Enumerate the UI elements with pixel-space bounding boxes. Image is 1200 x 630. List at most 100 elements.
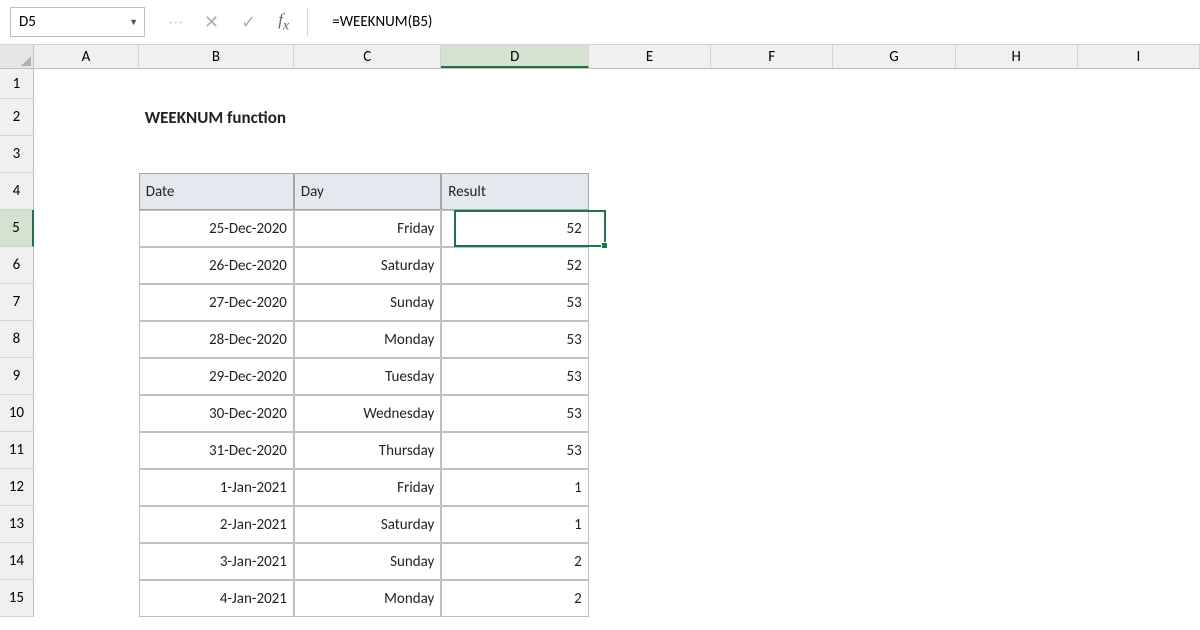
cell-h1[interactable] xyxy=(955,69,1077,99)
cell-g6[interactable] xyxy=(833,247,955,284)
row-header-9[interactable]: 9 xyxy=(0,358,34,395)
cell-g15[interactable] xyxy=(833,580,955,617)
cell-a15[interactable] xyxy=(34,580,139,617)
cell-b7[interactable]: 27-Dec-2020 xyxy=(139,284,294,321)
cell-c9[interactable]: Tuesday xyxy=(294,358,441,395)
name-box[interactable]: D5 ▼ xyxy=(10,7,145,37)
row-header-15[interactable]: 15 xyxy=(0,580,34,617)
cell-a11[interactable] xyxy=(34,432,139,469)
cell-a4[interactable] xyxy=(34,173,139,210)
cell-d15[interactable]: 2 xyxy=(441,580,588,617)
cell-g4[interactable] xyxy=(833,173,955,210)
cell-f4[interactable] xyxy=(711,173,833,210)
cell-b1[interactable] xyxy=(139,69,294,99)
cell-a13[interactable] xyxy=(34,506,139,543)
row-header-13[interactable]: 13 xyxy=(0,506,34,543)
cell-b9[interactable]: 29-Dec-2020 xyxy=(139,358,294,395)
cell-h10[interactable] xyxy=(955,395,1077,432)
cell-e10[interactable] xyxy=(589,395,711,432)
cell-e13[interactable] xyxy=(589,506,711,543)
cell-f15[interactable] xyxy=(711,580,833,617)
cell-i1[interactable] xyxy=(1078,69,1200,99)
cell-d4-header-result[interactable]: Result xyxy=(441,173,588,210)
row-header-7[interactable]: 7 xyxy=(0,284,34,321)
cell-a2[interactable] xyxy=(34,99,139,136)
cell-c5[interactable]: Friday xyxy=(294,210,441,247)
column-header-b[interactable]: B xyxy=(139,45,294,68)
cell-g8[interactable] xyxy=(833,321,955,358)
cell-g1[interactable] xyxy=(833,69,955,99)
cell-e15[interactable] xyxy=(589,580,711,617)
cell-b8[interactable]: 28-Dec-2020 xyxy=(139,321,294,358)
row-header-2[interactable]: 2 xyxy=(0,99,34,136)
cell-g12[interactable] xyxy=(833,469,955,506)
row-header-14[interactable]: 14 xyxy=(0,543,34,580)
cell-g11[interactable] xyxy=(833,432,955,469)
cell-a5[interactable] xyxy=(34,210,139,247)
formula-input[interactable] xyxy=(308,7,1200,37)
cell-a12[interactable] xyxy=(34,469,139,506)
cell-b5[interactable]: 25-Dec-2020 xyxy=(139,210,294,247)
row-header-10[interactable]: 10 xyxy=(0,395,34,432)
cell-i11[interactable] xyxy=(1078,432,1200,469)
spreadsheet-grid[interactable]: A B C D E F G H I 1 2 WEEKNUM function xyxy=(0,45,1200,617)
cell-e5[interactable] xyxy=(589,210,711,247)
column-header-f[interactable]: F xyxy=(711,45,833,68)
cell-i14[interactable] xyxy=(1078,543,1200,580)
cell-d8[interactable]: 53 xyxy=(441,321,588,358)
cell-e12[interactable] xyxy=(589,469,711,506)
cell-i15[interactable] xyxy=(1078,580,1200,617)
cell-a1[interactable] xyxy=(34,69,139,99)
cell-c2[interactable] xyxy=(294,99,441,136)
cell-d12[interactable]: 1 xyxy=(441,469,588,506)
cell-a14[interactable] xyxy=(34,543,139,580)
cell-c13[interactable]: Saturday xyxy=(294,506,441,543)
cell-b14[interactable]: 3-Jan-2021 xyxy=(139,543,294,580)
cell-e8[interactable] xyxy=(589,321,711,358)
cell-b2-title[interactable]: WEEKNUM function xyxy=(139,99,294,136)
cell-d13[interactable]: 1 xyxy=(441,506,588,543)
cell-f9[interactable] xyxy=(711,358,833,395)
column-header-g[interactable]: G xyxy=(833,45,955,68)
cell-e9[interactable] xyxy=(589,358,711,395)
cell-i4[interactable] xyxy=(1078,173,1200,210)
cell-d2[interactable] xyxy=(441,99,588,136)
cell-d14[interactable]: 2 xyxy=(441,543,588,580)
fx-icon[interactable]: fx xyxy=(278,10,289,34)
cell-e7[interactable] xyxy=(589,284,711,321)
cell-i6[interactable] xyxy=(1078,247,1200,284)
cell-c14[interactable]: Sunday xyxy=(294,543,441,580)
cell-f8[interactable] xyxy=(711,321,833,358)
cell-h11[interactable] xyxy=(955,432,1077,469)
cell-e6[interactable] xyxy=(589,247,711,284)
column-header-c[interactable]: C xyxy=(294,45,441,68)
cell-i10[interactable] xyxy=(1078,395,1200,432)
cell-c4-header-day[interactable]: Day xyxy=(294,173,441,210)
cell-c12[interactable]: Friday xyxy=(294,469,441,506)
column-header-e[interactable]: E xyxy=(589,45,711,68)
cell-d7[interactable]: 53 xyxy=(441,284,588,321)
cell-g13[interactable] xyxy=(833,506,955,543)
cell-d10[interactable]: 53 xyxy=(441,395,588,432)
cell-e3[interactable] xyxy=(589,136,711,173)
cell-d9[interactable]: 53 xyxy=(441,358,588,395)
cell-f5[interactable] xyxy=(711,210,833,247)
cell-b10[interactable]: 30-Dec-2020 xyxy=(139,395,294,432)
cell-b15[interactable]: 4-Jan-2021 xyxy=(139,580,294,617)
cell-b3[interactable] xyxy=(139,136,294,173)
row-header-3[interactable]: 3 xyxy=(0,136,34,173)
cell-a6[interactable] xyxy=(34,247,139,284)
row-header-8[interactable]: 8 xyxy=(0,321,34,358)
cell-f13[interactable] xyxy=(711,506,833,543)
cell-e14[interactable] xyxy=(589,543,711,580)
cell-d1[interactable] xyxy=(441,69,588,99)
cell-h14[interactable] xyxy=(955,543,1077,580)
column-header-a[interactable]: A xyxy=(34,45,139,68)
cell-a7[interactable] xyxy=(34,284,139,321)
row-header-12[interactable]: 12 xyxy=(0,469,34,506)
cell-h7[interactable] xyxy=(955,284,1077,321)
cell-f3[interactable] xyxy=(711,136,833,173)
row-header-5[interactable]: 5 xyxy=(0,210,34,247)
cell-i12[interactable] xyxy=(1078,469,1200,506)
cell-b11[interactable]: 31-Dec-2020 xyxy=(139,432,294,469)
